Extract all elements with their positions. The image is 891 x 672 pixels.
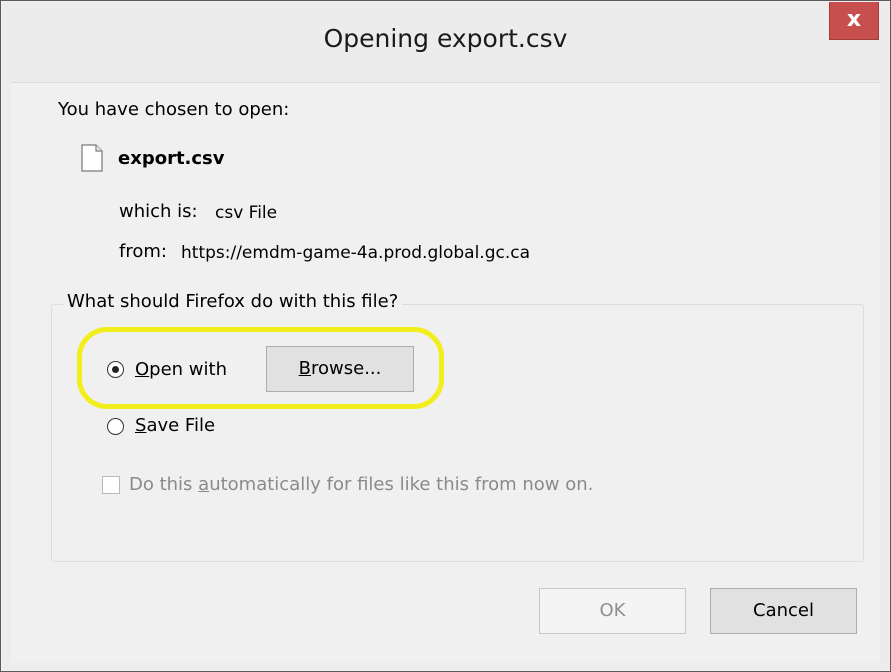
dialog-title: Opening export.csv — [323, 24, 568, 53]
highlight-annotation — [77, 327, 444, 409]
intro-text: You have chosen to open: — [58, 99, 290, 120]
file-name: export.csv — [118, 148, 225, 169]
dialog-content: You have chosen to open: export.csv whic… — [11, 82, 880, 663]
window-frame-left — [2, 82, 11, 670]
save-file-label[interactable]: Save File — [135, 415, 215, 436]
dialog-window: Opening export.csv x You have chosen to … — [0, 0, 891, 672]
title-bar[interactable]: Opening export.csv x — [2, 2, 889, 82]
save-file-radio[interactable] — [107, 418, 124, 435]
close-icon: x — [846, 7, 862, 32]
file-type-label: which is: — [119, 201, 198, 222]
auto-label-before: Do this — [129, 474, 199, 495]
file-icon — [81, 144, 103, 172]
cancel-button[interactable]: Cancel — [710, 588, 857, 634]
close-button[interactable]: x — [829, 2, 879, 40]
file-source-label: from: — [119, 241, 167, 262]
file-type-value: csv File — [215, 203, 278, 223]
save-file-accel: S — [135, 415, 147, 436]
save-file-text: ave File — [146, 415, 216, 436]
auto-checkbox[interactable] — [102, 476, 120, 494]
auto-checkbox-label[interactable]: Do this automatically for files like thi… — [129, 474, 593, 495]
auto-label-accel: a — [198, 474, 210, 495]
auto-label-after: utomatically for files like this from no… — [209, 474, 594, 495]
window-frame-right — [880, 82, 889, 670]
ok-button[interactable]: OK — [539, 588, 686, 634]
action-group-legend: What should Firefox do with this file? — [63, 291, 403, 312]
file-source-url: https://emdm-game-4a.prod.global.gc.ca — [181, 243, 530, 263]
